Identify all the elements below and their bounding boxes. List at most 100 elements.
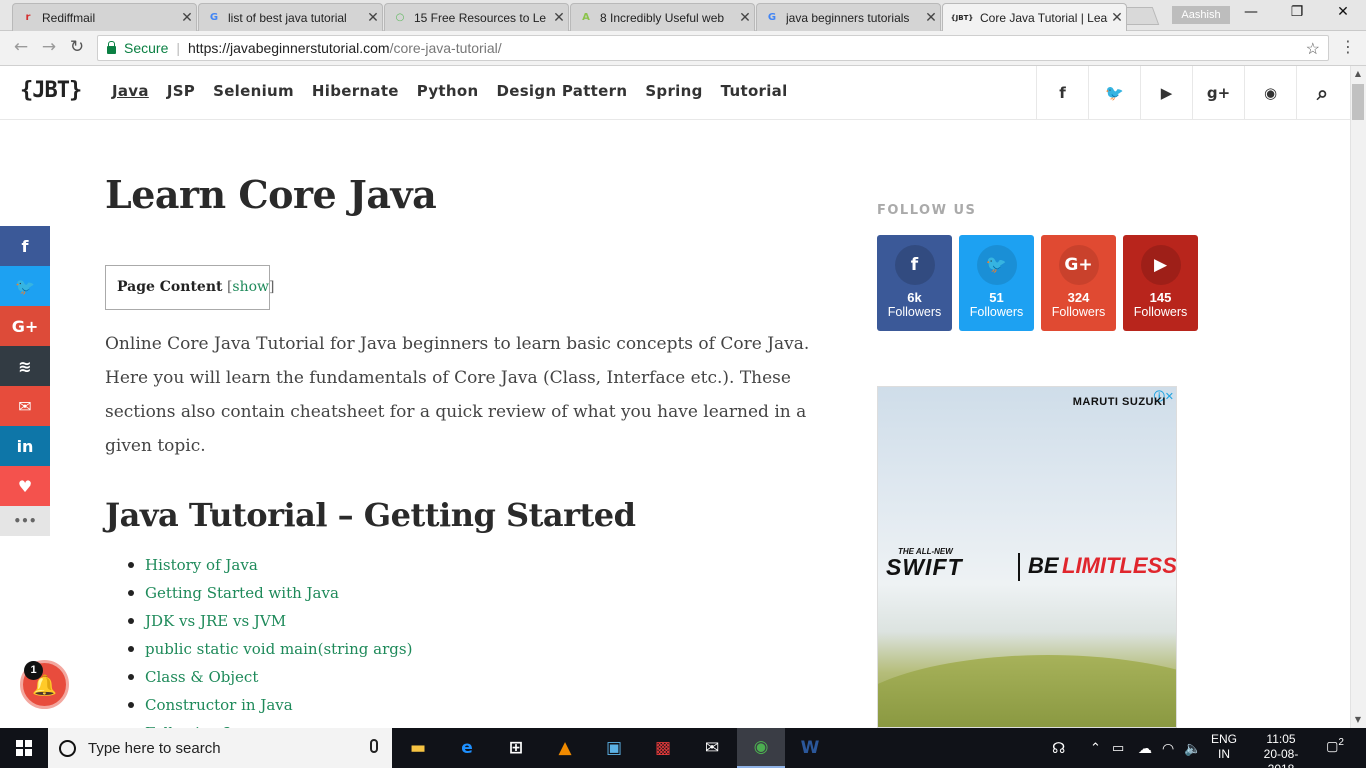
share-linkedin-icon[interactable]: in <box>0 426 50 466</box>
nav-item-jsp[interactable]: JSP <box>167 82 195 100</box>
tutorial-link[interactable]: Getting Started with Java <box>105 579 605 607</box>
close-tab-icon[interactable]: ✕ <box>1108 10 1126 26</box>
advertisement[interactable]: ⓘ✕ MARUTI SUZUKI THE ALL-NEW SWIFT BE LI… <box>877 386 1177 728</box>
follow-facebook-button[interactable]: f 6k Followers <box>877 235 952 331</box>
people-app-icon[interactable]: ▣ <box>590 728 638 768</box>
intro-paragraph: Online Core Java Tutorial for Java begin… <box>105 334 810 456</box>
close-window-icon[interactable]: ✕ <box>1320 4 1366 20</box>
browser-tab[interactable]: r Rediffmail ✕ <box>12 3 197 31</box>
clock-date: 20-08-2018 <box>1263 747 1299 776</box>
photo-app-icon[interactable]: ▩ <box>639 728 687 768</box>
youtube-icon[interactable]: ▶ <box>1140 66 1192 120</box>
share-twitter-icon[interactable]: 🐦 <box>0 266 50 306</box>
circle-icon: ○ <box>395 12 405 23</box>
table-of-contents: Page Content [show] <box>105 265 275 310</box>
share-google-plus-icon[interactable]: G+ <box>0 306 50 346</box>
battery-icon[interactable]: ▭ <box>1112 728 1124 768</box>
nav-item-python[interactable]: Python <box>417 82 479 100</box>
tutorial-link[interactable]: History of Java <box>105 551 605 579</box>
nav-item-design-pattern[interactable]: Design Pattern <box>496 82 627 100</box>
floating-share-bar: f 🐦 G+ ≋ ✉ in ♥ ••• <box>0 226 50 536</box>
follow-youtube-button[interactable]: ▶ 145 Followers <box>1123 235 1198 331</box>
search-icon[interactable]: ⌕ <box>1296 66 1348 120</box>
browser-tab[interactable]: A 8 Incredibly Useful web ✕ <box>570 3 755 31</box>
close-tab-icon[interactable]: ✕ <box>550 10 568 26</box>
action-center-button[interactable]: ▢2 <box>1320 737 1350 759</box>
nav-item-selenium[interactable]: Selenium <box>213 82 294 100</box>
browser-tab[interactable]: {JBT} Core Java Tutorial | Lear ✕ <box>942 3 1127 31</box>
wifi-icon[interactable]: ◠ <box>1162 728 1174 768</box>
tutorial-link[interactable]: Class & Object <box>105 663 605 691</box>
close-tab-icon[interactable]: ✕ <box>178 10 196 26</box>
follower-count: 324 <box>1067 290 1090 305</box>
maximize-icon[interactable]: ❐ <box>1274 4 1320 20</box>
system-clock[interactable]: 11:05 20-08-2018 <box>1256 732 1306 777</box>
word-icon[interactable]: W <box>786 728 834 768</box>
twitter-icon[interactable]: 🐦 <box>1088 66 1140 120</box>
site-logo[interactable]: {JBT} <box>20 78 82 103</box>
share-buffer-icon[interactable]: ≋ <box>0 346 50 386</box>
browser-tab[interactable]: Gjava beginners tutorials ✕ <box>756 3 941 31</box>
follow-google-plus-button[interactable]: G+ 324 Followers <box>1041 235 1116 331</box>
address-bar[interactable]: Secure | https://javabeginnerstutorial.c… <box>97 35 1329 61</box>
onedrive-icon[interactable]: ☁ <box>1138 728 1152 768</box>
taskbar-search-placeholder: Type here to search <box>88 739 221 757</box>
chrome-icon[interactable]: ◉ <box>737 728 785 768</box>
minimize-icon[interactable]: — <box>1228 4 1274 20</box>
reload-icon[interactable]: ↻ <box>66 37 88 57</box>
taskbar-search[interactable]: Type here to search <box>48 728 392 768</box>
start-button[interactable] <box>0 728 48 768</box>
vlc-icon[interactable]: ▲ <box>541 728 589 768</box>
scrollbar-thumb[interactable] <box>1352 84 1364 120</box>
nav-item-hibernate[interactable]: Hibernate <box>312 82 399 100</box>
scroll-up-icon[interactable]: ▲ <box>1350 66 1366 82</box>
browser-tab[interactable]: Glist of best java tutorial ✕ <box>198 3 383 31</box>
share-heart-icon[interactable]: ♥ <box>0 466 50 506</box>
bookmark-star-icon[interactable]: ☆ <box>1306 39 1320 59</box>
facebook-icon[interactable]: f <box>1036 66 1088 120</box>
nav-item-java[interactable]: Java <box>112 82 149 100</box>
google-plus-icon[interactable]: g+ <box>1192 66 1244 120</box>
show-hidden-icons[interactable]: ⌃ <box>1090 728 1101 768</box>
volume-icon[interactable]: 🔈 <box>1184 728 1201 768</box>
store-icon[interactable]: ⊞ <box>492 728 540 768</box>
forward-icon[interactable]: → <box>38 37 60 57</box>
jbt-icon: {JBT} <box>950 13 974 22</box>
chrome-menu-icon[interactable]: ⋮ <box>1340 37 1356 56</box>
github-icon[interactable]: ◉ <box>1244 66 1296 120</box>
browser-tab-title: list of best java tutorial <box>228 10 347 25</box>
profile-button[interactable]: Aashish <box>1172 6 1230 24</box>
tutorial-link[interactable]: public static void main(string args) <box>105 635 605 663</box>
nav-item-spring[interactable]: Spring <box>645 82 702 100</box>
back-icon[interactable]: ← <box>10 37 32 57</box>
browser-tab-title: Core Java Tutorial | Lear <box>980 10 1108 25</box>
mail-icon[interactable]: ✉ <box>688 728 736 768</box>
share-more-icon[interactable]: ••• <box>0 506 50 536</box>
language-indicator[interactable]: ENG IN <box>1208 732 1240 762</box>
browser-tab[interactable]: ○ 15 Free Resources to Le ✕ <box>384 3 569 31</box>
toc-show-link[interactable]: show <box>232 279 269 295</box>
follower-count: 145 <box>1149 290 1172 305</box>
people-tray-icon[interactable]: ☊ <box>1052 728 1065 768</box>
file-explorer-icon[interactable]: ▬ <box>394 728 442 768</box>
tutorial-link[interactable]: JDK vs JRE vs JVM <box>105 607 605 635</box>
microphone-icon[interactable] <box>370 739 378 753</box>
main-nav: Java JSP Selenium Hibernate Python Design Pat… <box>112 82 788 100</box>
close-tab-icon[interactable]: ✕ <box>736 10 754 26</box>
follow-twitter-button[interactable]: 🐦 51 Followers <box>959 235 1034 331</box>
ad-brand: MARUTI SUZUKI <box>1072 396 1166 408</box>
nav-item-tutorial[interactable]: Tutorial <box>721 82 788 100</box>
close-tab-icon[interactable]: ✕ <box>364 10 382 26</box>
facebook-icon: f <box>894 245 935 285</box>
scroll-down-icon[interactable]: ▼ <box>1350 712 1366 728</box>
tutorial-link-list: History of Java Getting Started with Java… <box>105 551 605 747</box>
follower-count: 51 <box>989 290 1004 305</box>
close-tab-icon[interactable]: ✕ <box>922 10 940 26</box>
notification-badge: 1 <box>24 661 43 680</box>
tutorial-link[interactable]: Constructor in Java <box>105 691 605 719</box>
edge-icon[interactable]: e <box>443 728 491 768</box>
share-email-icon[interactable]: ✉ <box>0 386 50 426</box>
url-host: https://javabeginnerstutorial.com <box>188 40 390 56</box>
page-scrollbar[interactable] <box>1350 66 1366 728</box>
share-facebook-icon[interactable]: f <box>0 226 50 266</box>
